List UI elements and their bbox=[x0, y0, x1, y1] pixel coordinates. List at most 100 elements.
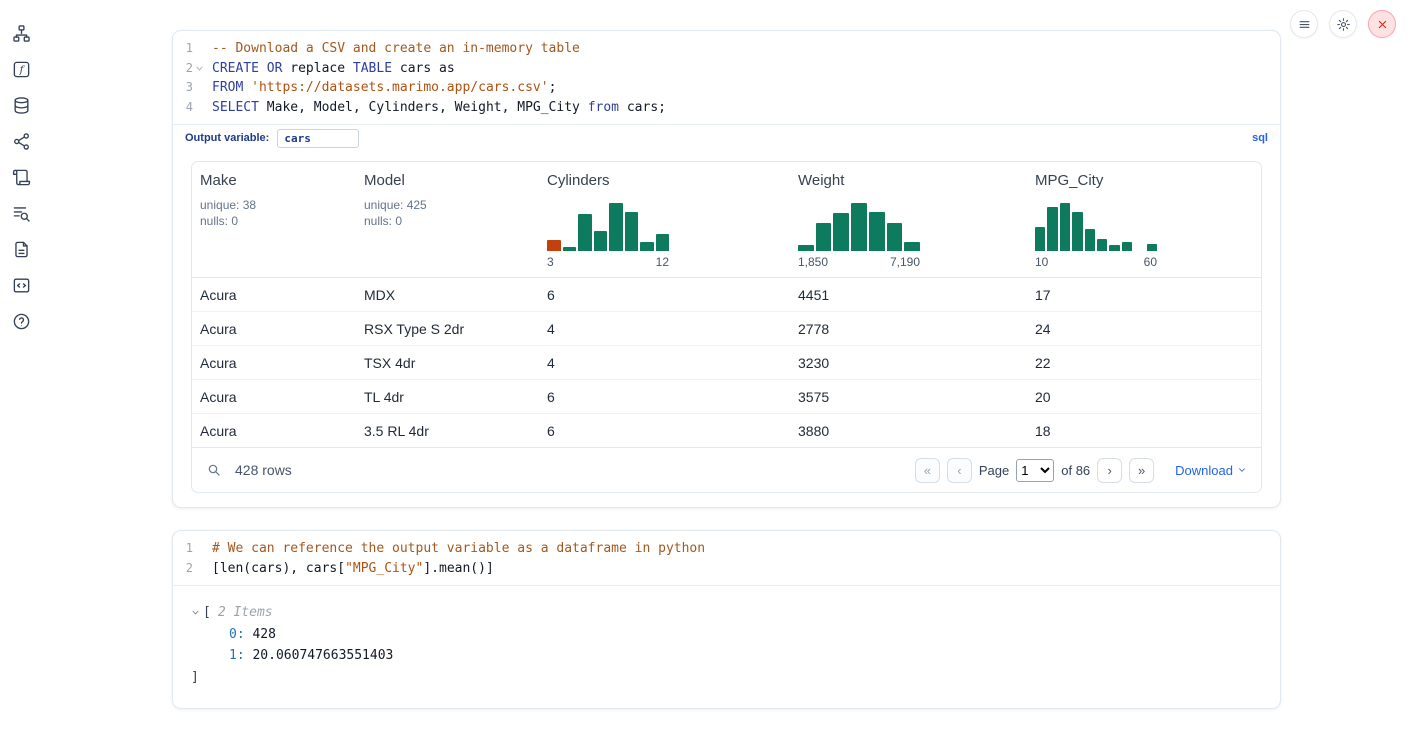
code-line[interactable]: 4SELECT Make, Model, Cylinders, Weight, … bbox=[173, 98, 1280, 118]
table-cell: 17 bbox=[1027, 278, 1261, 311]
histogram-bar bbox=[1060, 203, 1070, 251]
first-page-button[interactable]: « bbox=[915, 458, 940, 483]
table-header: Make unique: 38 nulls: 0Modelunique: 425nu… bbox=[192, 162, 1261, 278]
python-output: [ 2 Items 0: 428 1: 20.060747663551403 ] bbox=[173, 585, 1280, 708]
histogram-bar bbox=[816, 223, 832, 251]
language-badge[interactable]: sql bbox=[1252, 132, 1268, 144]
column-label: Cylinders bbox=[547, 172, 782, 189]
variables-icon[interactable]: f bbox=[10, 58, 32, 80]
table-cell: 3230 bbox=[790, 346, 1027, 379]
column-histogram bbox=[547, 201, 669, 251]
page-select[interactable]: 1 bbox=[1016, 459, 1054, 482]
histogram-bar bbox=[887, 223, 903, 251]
table-row: AcuraRSX Type S 2dr4277824 bbox=[192, 312, 1261, 346]
table-row: Acura3.5 RL 4dr6388018 bbox=[192, 414, 1261, 447]
line-number: 1 bbox=[173, 39, 193, 59]
table-cell: 22 bbox=[1027, 346, 1261, 379]
histogram-bar bbox=[1085, 229, 1095, 251]
menu-button[interactable] bbox=[1290, 10, 1318, 38]
table-cell: Acura bbox=[192, 346, 356, 379]
histogram-bar bbox=[851, 203, 867, 251]
table-cell: 2778 bbox=[790, 312, 1027, 345]
data-sources-icon[interactable] bbox=[10, 94, 32, 116]
column-header[interactable]: Makeunique: 38nulls: 0 bbox=[192, 162, 356, 277]
column-header[interactable]: MPG_City1060 bbox=[1027, 162, 1261, 277]
file-explorer-icon[interactable] bbox=[10, 22, 32, 44]
output-variable-input[interactable] bbox=[277, 129, 359, 148]
output-variable-label: Output variable: bbox=[185, 132, 269, 144]
table-cell: 4 bbox=[539, 346, 790, 379]
items-count-label: 2 Items bbox=[218, 602, 273, 624]
column-summary: nulls: 0 bbox=[364, 213, 531, 229]
table-output: Make unique: 38 nulls: 0Modelunique: 425nu… bbox=[173, 151, 1280, 507]
histogram-bar bbox=[904, 242, 920, 251]
column-header[interactable]: Cylinders312 bbox=[539, 162, 790, 277]
gear-icon bbox=[1336, 17, 1351, 32]
histogram-bar bbox=[625, 212, 639, 251]
logs-icon[interactable] bbox=[10, 166, 32, 188]
column-header[interactable]: Weight1,8507,190 bbox=[790, 162, 1027, 277]
table-cell: 3.5 RL 4dr bbox=[356, 414, 539, 447]
settings-button[interactable] bbox=[1329, 10, 1357, 38]
menu-icon bbox=[1297, 17, 1312, 32]
prev-page-button[interactable]: ‹ bbox=[947, 458, 972, 483]
line-number: 3 bbox=[173, 78, 193, 98]
code-line[interactable]: 2CREATE OR replace TABLE cars as bbox=[173, 59, 1280, 79]
table-cell: 4451 bbox=[790, 278, 1027, 311]
table-cell: 6 bbox=[539, 278, 790, 311]
table-cell: 6 bbox=[539, 380, 790, 413]
fold-chevron-icon[interactable] bbox=[193, 59, 205, 79]
snippets-icon[interactable] bbox=[10, 274, 32, 296]
table-cell: Acura bbox=[192, 278, 356, 311]
histogram-bar bbox=[833, 213, 849, 251]
histogram-max-label: 7,190 bbox=[890, 255, 920, 269]
table-footer: 428 rows « ‹ Page 1 of 86 › » Download bbox=[192, 448, 1261, 492]
download-button[interactable]: Download bbox=[1175, 463, 1247, 478]
open-bracket: [ bbox=[203, 602, 211, 624]
next-page-button[interactable]: › bbox=[1097, 458, 1122, 483]
collapse-toggle-icon[interactable] bbox=[191, 608, 203, 617]
table-row: AcuraTSX 4dr4323022 bbox=[192, 346, 1261, 380]
sql-cell: 1-- Download a CSV and create an in-memo… bbox=[172, 30, 1281, 508]
histogram-bar bbox=[578, 214, 592, 251]
table-cell: RSX Type S 2dr bbox=[356, 312, 539, 345]
table-cell: TL 4dr bbox=[356, 380, 539, 413]
chevron-down-icon bbox=[1237, 465, 1247, 475]
sql-code-editor[interactable]: 1-- Download a CSV and create an in-memo… bbox=[173, 31, 1280, 124]
column-header[interactable]: Modelunique: 425nulls: 0 bbox=[356, 162, 539, 277]
table-cell: MDX bbox=[356, 278, 539, 311]
histogram-bar bbox=[640, 242, 654, 251]
page-label: Page bbox=[979, 463, 1009, 478]
documentation-icon[interactable] bbox=[10, 238, 32, 260]
code-line[interactable]: 1# We can reference the output variable … bbox=[173, 539, 1280, 559]
code-line[interactable]: 3FROM 'https://datasets.marimo.app/cars.… bbox=[173, 78, 1280, 98]
shutdown-button[interactable] bbox=[1368, 10, 1396, 38]
code-line[interactable]: 1-- Download a CSV and create an in-memo… bbox=[173, 39, 1280, 59]
tree-entry: 0: 428 bbox=[191, 624, 1262, 646]
column-summary: unique: 425 bbox=[364, 197, 531, 213]
histogram-bar bbox=[1122, 242, 1132, 251]
line-number: 2 bbox=[173, 559, 193, 579]
table-cell: 24 bbox=[1027, 312, 1261, 345]
python-code-editor[interactable]: 1# We can reference the output variable … bbox=[173, 531, 1280, 585]
histogram-bar bbox=[798, 245, 814, 251]
line-number: 1 bbox=[173, 539, 193, 559]
close-bracket: ] bbox=[191, 667, 199, 689]
table-cell: 20 bbox=[1027, 380, 1261, 413]
table-row: AcuraMDX6445117 bbox=[192, 278, 1261, 312]
column-label: Make bbox=[200, 172, 348, 189]
histogram-bar bbox=[609, 203, 623, 251]
search-icon[interactable] bbox=[206, 462, 222, 478]
histogram-bar bbox=[1097, 239, 1107, 251]
code-line[interactable]: 2[len(cars), cars["MPG_City"].mean()] bbox=[173, 559, 1280, 579]
tree-entry-key: 1: bbox=[229, 648, 245, 663]
help-icon[interactable] bbox=[10, 310, 32, 332]
column-summary: unique: 38 bbox=[200, 197, 348, 213]
dependency-graph-icon[interactable] bbox=[10, 130, 32, 152]
find-replace-icon[interactable] bbox=[10, 202, 32, 224]
tree-entry-value: 20.060747663551403 bbox=[245, 648, 394, 663]
last-page-button[interactable]: » bbox=[1129, 458, 1154, 483]
tree-entry-value: 428 bbox=[245, 627, 276, 642]
close-icon bbox=[1375, 17, 1390, 32]
table-cell: Acura bbox=[192, 312, 356, 345]
